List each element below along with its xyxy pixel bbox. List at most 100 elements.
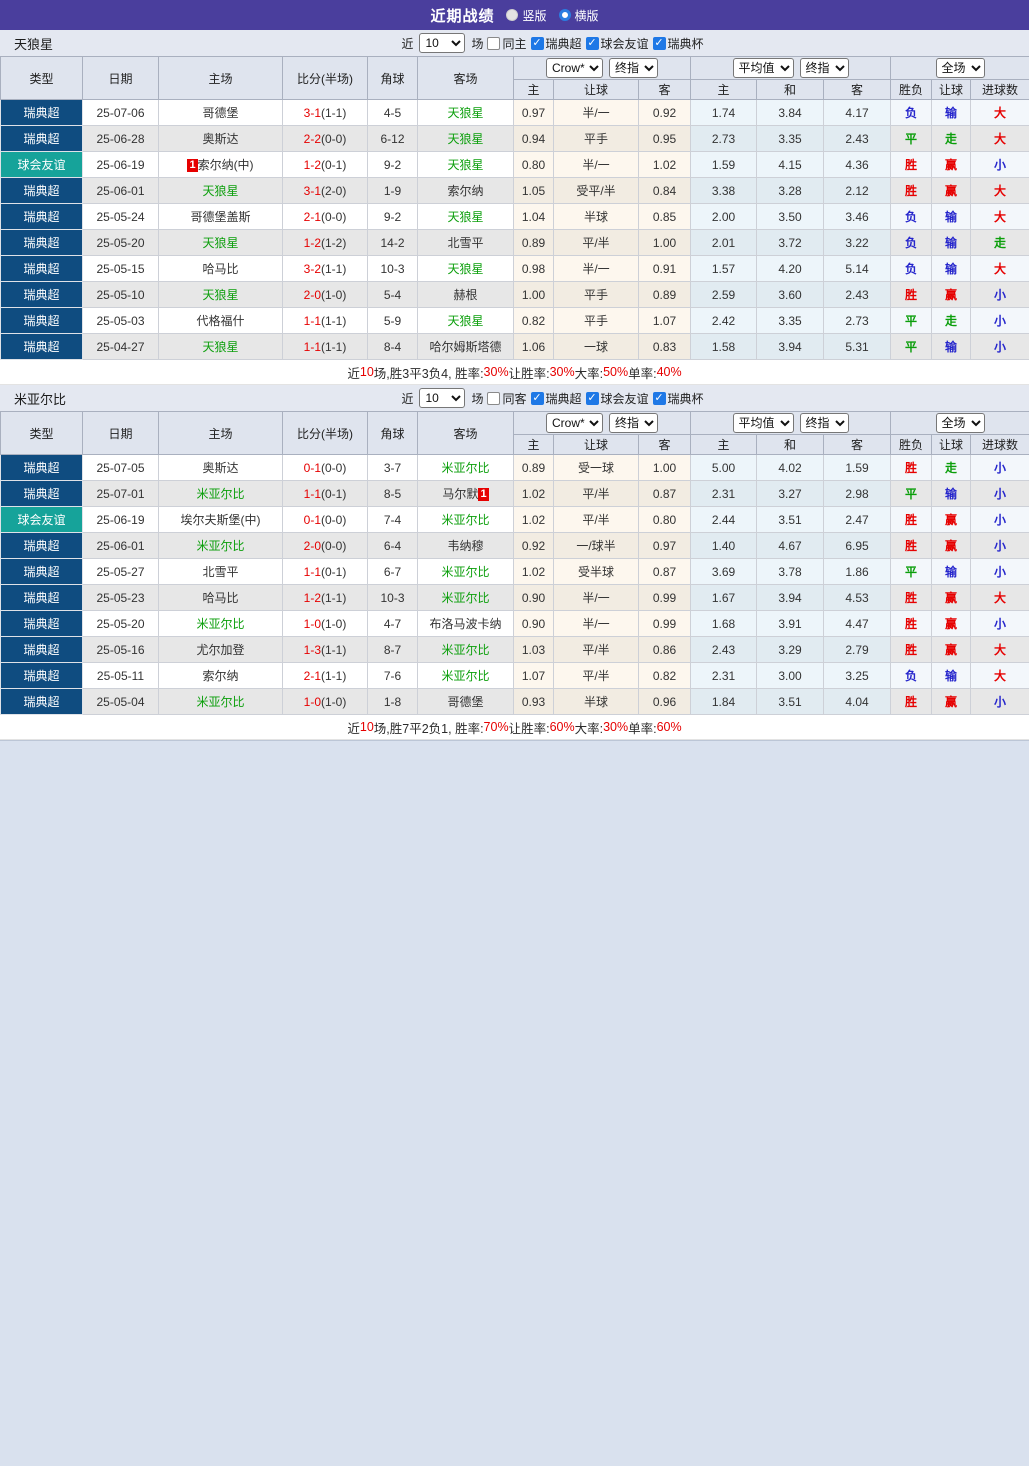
corner-cell: 6-12 (368, 126, 418, 152)
avg-draw-odds-cell: 3.60 (757, 282, 824, 308)
radio-horizontal-layout[interactable]: 横版 (559, 7, 599, 24)
away-team: 米亚尔比 (441, 565, 489, 579)
league-checkbox-0[interactable]: ✓ (531, 37, 544, 50)
result-cell: 胜 (891, 507, 932, 533)
corner-cell: 8-7 (368, 637, 418, 663)
corner-cell: 10-3 (368, 256, 418, 282)
same-side-checkbox[interactable] (487, 37, 500, 50)
average-select[interactable]: 平均值 (733, 58, 794, 78)
red-card-badge: 1 (187, 159, 197, 172)
same-side-checkbox[interactable] (487, 392, 500, 405)
col-header-2: 主场 (159, 412, 283, 455)
avg-home-odds-cell: 1.57 (691, 256, 757, 282)
match-count-select[interactable]: 10 (419, 33, 465, 53)
handicap-result-cell: 赢 (932, 533, 971, 559)
league-checkbox-2[interactable]: ✓ (653, 37, 666, 50)
summary-value: 60% (657, 720, 682, 734)
handicap-result-cell: 赢 (932, 507, 971, 533)
match-type-cell: 瑞典超 (1, 334, 83, 360)
home-team: 索尔纳 (202, 669, 238, 683)
league-checkbox-1[interactable]: ✓ (586, 37, 599, 50)
avg-draw-odds-cell: 3.94 (757, 585, 824, 611)
league-filter-1[interactable]: ✓球会友谊 (585, 390, 649, 407)
handicap-cell: 半球 (554, 204, 639, 230)
result-cell: 胜 (891, 611, 932, 637)
away-odds-cell: 0.96 (639, 689, 691, 715)
away-team: 天狼星 (447, 210, 483, 224)
score-cell: 1-3(1-1) (283, 637, 368, 663)
league-filter-1[interactable]: ✓球会友谊 (585, 35, 649, 52)
handicap-cell: 平手 (554, 126, 639, 152)
team-label: 米亚尔比 (441, 643, 489, 657)
avg-away-odds-cell: 1.86 (824, 559, 891, 585)
avg-away-odds-cell: 4.04 (824, 689, 891, 715)
away-odds-cell: 0.97 (639, 533, 691, 559)
crown-odds-time-select[interactable]: 终指 (609, 413, 658, 433)
league-filter-0[interactable]: ✓瑞典超 (530, 35, 582, 52)
sub-header-2: 客 (639, 80, 691, 100)
league-checkbox-0[interactable]: ✓ (531, 392, 544, 405)
team-label: 天狼星 (447, 158, 483, 172)
result-cell: 平 (891, 334, 932, 360)
team-label: 哥德堡 (202, 106, 238, 120)
team-label: 尤尔加登 (196, 643, 244, 657)
score-cell: 1-2(1-2) (283, 230, 368, 256)
avg-draw-odds-cell: 4.67 (757, 533, 824, 559)
home-team: 尤尔加登 (196, 643, 244, 657)
match-type-cell: 瑞典超 (1, 308, 83, 334)
match-type-cell: 瑞典超 (1, 178, 83, 204)
avg-away-odds-cell: 2.79 (824, 637, 891, 663)
away-team-cell: 哈尔姆斯塔德 (418, 334, 514, 360)
handicap-cell: 平/半 (554, 507, 639, 533)
avg-away-odds-cell: 2.73 (824, 308, 891, 334)
home-odds-cell: 0.90 (514, 611, 554, 637)
home-team-cell: 哥德堡盖斯 (159, 204, 283, 230)
bookmaker-select[interactable]: Crow* (546, 58, 603, 78)
home-team-cell: 天狼星 (159, 230, 283, 256)
corner-cell: 14-2 (368, 230, 418, 256)
avg-odds-time-select[interactable]: 终指 (800, 413, 849, 433)
scope-select[interactable]: 全场 (936, 58, 985, 78)
avg-draw-odds-cell: 3.35 (757, 308, 824, 334)
avg-odds-time-select[interactable]: 终指 (800, 58, 849, 78)
col-header-4: 角球 (368, 412, 418, 455)
match-count-select[interactable]: 10 (419, 388, 465, 408)
avg-draw-odds-cell: 3.28 (757, 178, 824, 204)
goals-result-cell: 大 (971, 256, 1029, 282)
average-select[interactable]: 平均值 (733, 413, 794, 433)
sub-header-5: 客 (824, 435, 891, 455)
col-header-0: 类型 (1, 412, 83, 455)
date-cell: 25-05-04 (83, 689, 159, 715)
league-filter-0[interactable]: ✓瑞典超 (530, 390, 582, 407)
radio-vertical-layout[interactable]: 竖版 (506, 7, 546, 24)
bookmaker-select[interactable]: Crow* (546, 413, 603, 433)
crown-odds-time-select[interactable]: 终指 (609, 58, 658, 78)
same-side-label: 同主 (502, 35, 526, 52)
same-side-filter[interactable]: 同客 (486, 390, 526, 407)
summary-text: 近 (347, 718, 360, 737)
away-odds-cell: 0.87 (639, 481, 691, 507)
league-checkbox-1[interactable]: ✓ (586, 392, 599, 405)
avg-draw-odds-cell: 3.51 (757, 507, 824, 533)
result-cell: 负 (891, 663, 932, 689)
league-filter-2[interactable]: ✓瑞典杯 (652, 390, 704, 407)
match-type-cell: 瑞典超 (1, 282, 83, 308)
full-time-score: 1-3 (304, 643, 321, 657)
goals-result-cell: 大 (971, 204, 1029, 230)
league-filter-2[interactable]: ✓瑞典杯 (652, 35, 704, 52)
league-checkbox-2[interactable]: ✓ (653, 392, 666, 405)
result-cell: 胜 (891, 533, 932, 559)
handicap-result-cell: 输 (932, 481, 971, 507)
same-side-filter[interactable]: 同主 (486, 35, 526, 52)
match-row: 瑞典超25-05-11索尔纳2-1(1-1)7-6米亚尔比1.07平/半0.82… (1, 663, 1029, 689)
score-cell: 1-0(1-0) (283, 611, 368, 637)
handicap-cell: 平/半 (554, 637, 639, 663)
away-team: 天狼星 (447, 106, 483, 120)
avg-home-odds-cell: 2.73 (691, 126, 757, 152)
match-type-cell: 瑞典超 (1, 230, 83, 256)
sub-header-6: 胜负 (891, 435, 932, 455)
summary-value: 50% (603, 365, 628, 379)
summary-text: 单率: (628, 718, 656, 737)
corner-cell: 8-4 (368, 334, 418, 360)
scope-select[interactable]: 全场 (936, 413, 985, 433)
